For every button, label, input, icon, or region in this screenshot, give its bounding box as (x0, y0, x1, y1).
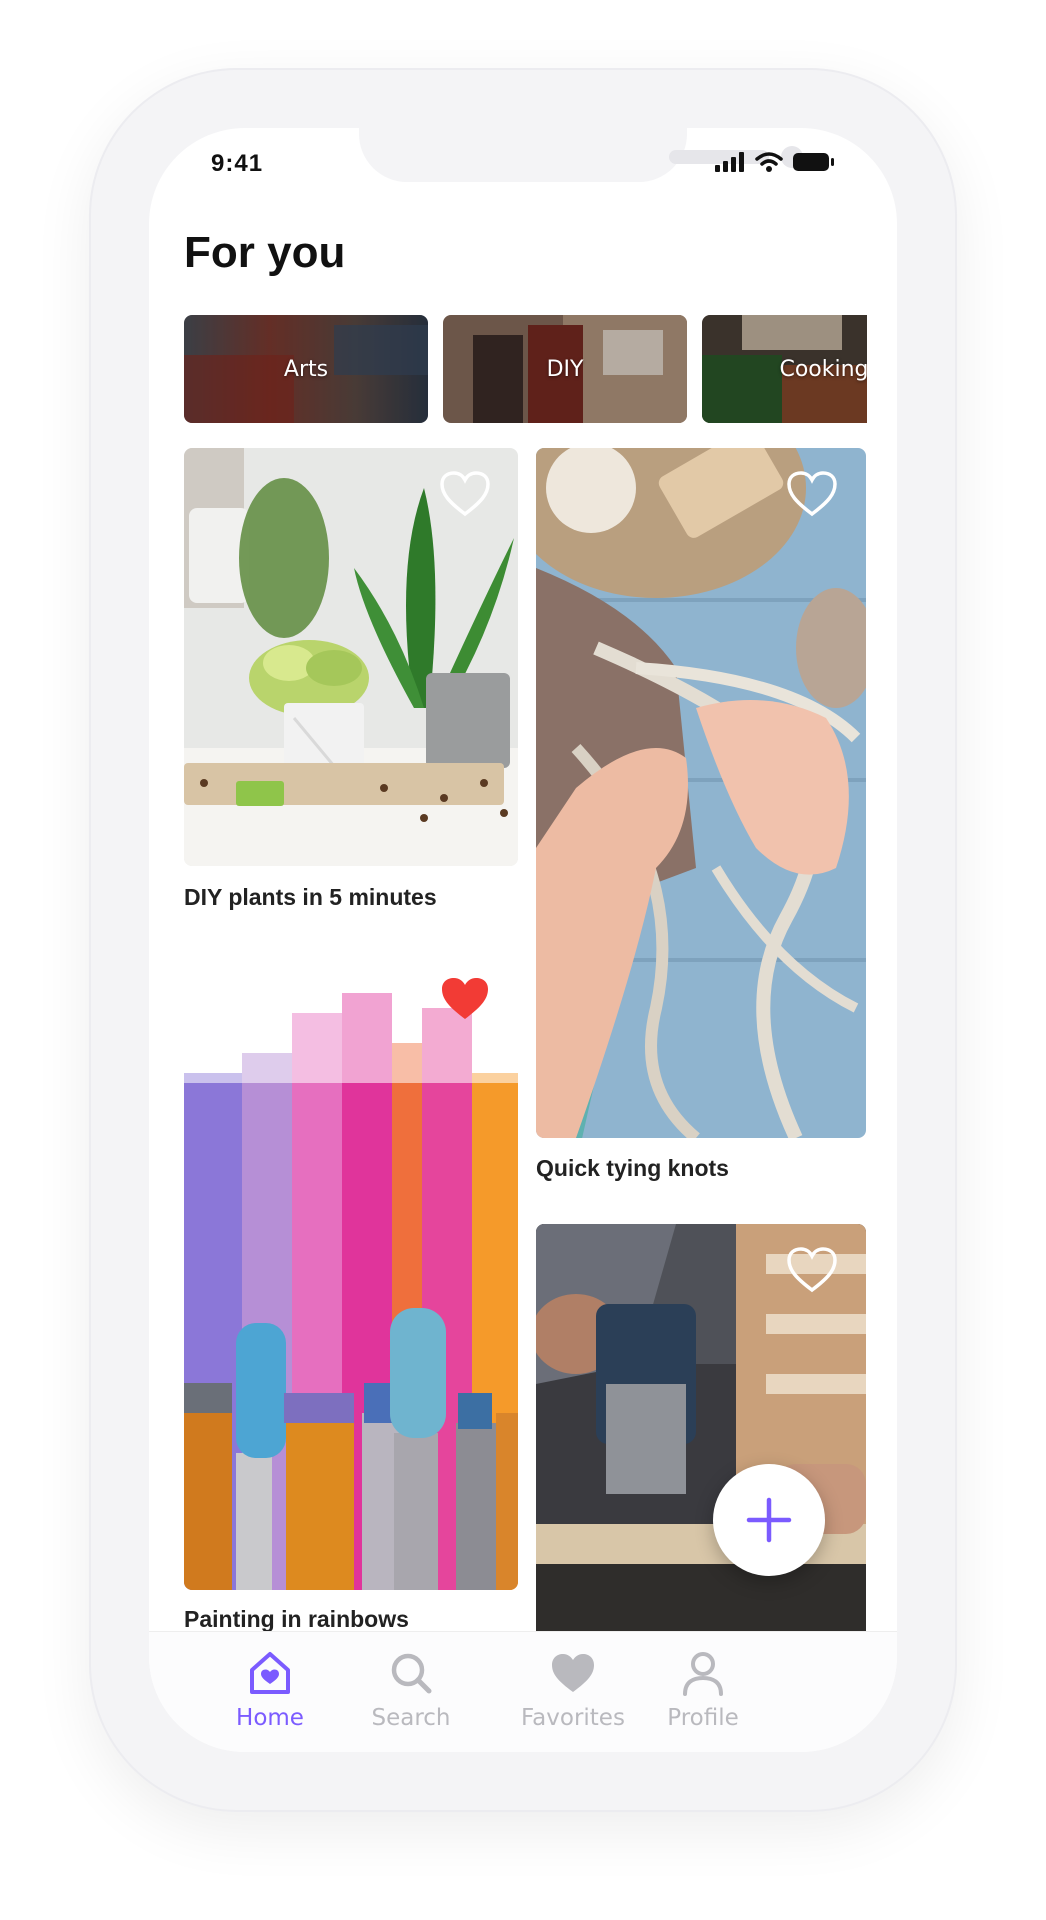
status-icons (715, 152, 835, 172)
battery-icon (793, 153, 834, 171)
category-label: Arts (283, 356, 329, 382)
category-card-diy[interactable]: DIY (443, 315, 687, 423)
tab-label: Search (371, 1705, 451, 1731)
tab-label: Favorites (521, 1705, 625, 1731)
card-caption[interactable]: Painting in rainbows (184, 1606, 409, 1633)
favorite-heart-icon-filled[interactable] (439, 975, 491, 1023)
search-icon (391, 1653, 432, 1694)
status-time: 9:41 (211, 150, 264, 177)
signal-icon (715, 152, 744, 172)
tab-home[interactable]: Home (200, 1650, 340, 1731)
feed-card-plants[interactable] (184, 448, 518, 866)
category-card-cooking[interactable]: Cooking (702, 315, 867, 423)
card-image-knots (536, 448, 866, 1138)
favorite-heart-icon[interactable] (786, 470, 838, 518)
profile-icon (683, 1652, 723, 1696)
plus-icon (746, 1497, 792, 1543)
card-caption[interactable]: DIY plants in 5 minutes (184, 884, 437, 911)
app-screen: 9:41 For you Arts DIY Cooking DIY plants… (149, 128, 897, 1752)
wifi-icon (755, 152, 783, 172)
phone-frame: 9:41 For you Arts DIY Cooking DIY plants… (89, 68, 957, 1812)
bottom-navigation: Home Search Favorites Profile (149, 1631, 897, 1752)
tab-label: Profile (667, 1705, 739, 1731)
category-label: DIY (546, 356, 584, 382)
favorite-heart-icon[interactable] (439, 470, 491, 518)
heart-icon (552, 1654, 594, 1692)
home-icon (250, 1652, 290, 1694)
category-card-arts[interactable]: Arts (184, 315, 428, 423)
favorite-heart-icon[interactable] (786, 1246, 838, 1294)
category-carousel[interactable]: Arts DIY Cooking (184, 315, 867, 423)
tab-profile[interactable]: Profile (633, 1650, 773, 1731)
tab-favorites[interactable]: Favorites (503, 1650, 643, 1731)
feed-card-woodworking[interactable] (536, 1224, 866, 1644)
add-button[interactable] (713, 1464, 825, 1576)
card-image-painting (184, 953, 518, 1590)
card-caption[interactable]: Quick tying knots (536, 1155, 729, 1182)
feed-card-knots[interactable] (536, 448, 866, 1138)
category-label: Cooking (779, 356, 867, 382)
feed-card-painting[interactable] (184, 953, 518, 1590)
page-title: For you (184, 228, 346, 277)
tab-label: Home (236, 1705, 304, 1731)
tab-search[interactable]: Search (341, 1650, 481, 1731)
notch (359, 128, 803, 182)
